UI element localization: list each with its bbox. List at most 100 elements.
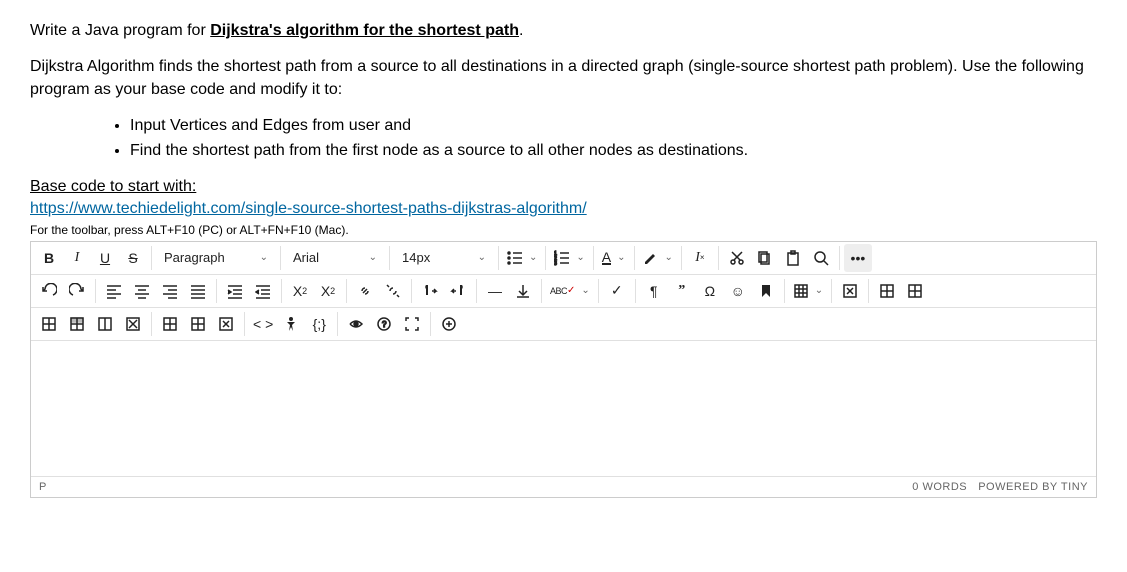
strikethrough-button[interactable]: S: [119, 244, 147, 272]
scissors-icon: [729, 250, 745, 266]
table-icon: [97, 316, 113, 332]
link-button[interactable]: [351, 277, 379, 305]
word-count: 0 WORDS: [912, 481, 967, 493]
numbered-list-button[interactable]: 123 ⌄: [550, 244, 588, 272]
table-icon: [41, 316, 57, 332]
special-char-button[interactable]: Ω: [696, 277, 724, 305]
copy-icon: [757, 250, 773, 266]
align-left-button[interactable]: [100, 277, 128, 305]
paste-icon: [785, 250, 801, 266]
table-row-icon: [907, 283, 923, 299]
code-sample-button[interactable]: {;}: [305, 310, 333, 338]
font-family-select[interactable]: Arial⌄: [285, 244, 385, 272]
bullet-list-button[interactable]: ⌄: [503, 244, 541, 272]
toolbar-row-2: X2 X2 — ABC✓ ⌄: [31, 275, 1096, 308]
highlight-button[interactable]: ⌄: [639, 244, 677, 272]
insert-row-before-button[interactable]: [873, 277, 901, 305]
ltr-icon: [422, 283, 438, 299]
show-blocks-button[interactable]: ¶: [640, 277, 668, 305]
copy-button[interactable]: [751, 244, 779, 272]
clear-formatting-button[interactable]: I×: [686, 244, 714, 272]
help-button[interactable]: ?: [370, 310, 398, 338]
outdent-button[interactable]: [249, 277, 277, 305]
align-right-button[interactable]: [156, 277, 184, 305]
bold-button[interactable]: B: [35, 244, 63, 272]
font-size-select[interactable]: 14px⌄: [394, 244, 494, 272]
redo-icon: [69, 283, 85, 299]
italic-button[interactable]: I: [63, 244, 91, 272]
table-icon: [190, 316, 206, 332]
table-col-after-button[interactable]: [184, 310, 212, 338]
spellcheck-button[interactable]: ABC✓ ⌄: [546, 277, 594, 305]
table-button[interactable]: ⌄: [789, 277, 827, 305]
table-x-icon: [218, 316, 234, 332]
undo-button[interactable]: [35, 277, 63, 305]
prompt-description: Dijkstra Algorithm finds the shortest pa…: [30, 56, 1097, 101]
indent-icon: [227, 283, 243, 299]
table-x-icon: [125, 316, 141, 332]
chevron-down-icon: ⌄: [369, 252, 377, 263]
base-code-link[interactable]: https://www.techiedelight.com/single-sou…: [30, 200, 587, 217]
align-justify-button[interactable]: [184, 277, 212, 305]
table-row-icon: [879, 283, 895, 299]
base-code-label: Base code to start with:: [30, 178, 196, 195]
unlink-button[interactable]: [379, 277, 407, 305]
table-split-button[interactable]: [119, 310, 147, 338]
element-path[interactable]: P: [39, 481, 46, 493]
checkmark-button[interactable]: ✓: [603, 277, 631, 305]
horizontal-rule-button[interactable]: —: [481, 277, 509, 305]
paste-button[interactable]: [779, 244, 807, 272]
text-color-button[interactable]: A⌄: [598, 244, 630, 272]
table-x-icon: [842, 283, 858, 299]
powered-by: POWERED BY TINY: [978, 481, 1088, 493]
person-icon: [283, 316, 299, 332]
ltr-button[interactable]: [416, 277, 444, 305]
rtl-button[interactable]: [444, 277, 472, 305]
list-item: Find the shortest path from the first no…: [130, 140, 1097, 162]
source-code-button[interactable]: < >: [249, 310, 277, 338]
chevron-down-icon: ⌄: [581, 285, 589, 296]
chevron-down-icon: ⌄: [478, 252, 486, 263]
rich-text-editor: B I U S Paragraph⌄ Arial⌄ 14px⌄ ⌄ 1: [30, 241, 1097, 498]
toolbar-hint: For the toolbar, press ALT+F10 (PC) or A…: [30, 223, 1097, 237]
table-row-props-button[interactable]: [63, 310, 91, 338]
redo-button[interactable]: [63, 277, 91, 305]
toolbar-row-1: B I U S Paragraph⌄ Arial⌄ 14px⌄ ⌄ 1: [31, 242, 1096, 275]
question-prompt: Write a Java program for Dijkstra's algo…: [30, 20, 1097, 237]
table-icon: [162, 316, 178, 332]
superscript-button[interactable]: X2: [286, 277, 314, 305]
chevron-down-icon: ⌄: [617, 252, 625, 263]
underline-button[interactable]: U: [91, 244, 119, 272]
indent-button[interactable]: [221, 277, 249, 305]
cut-button[interactable]: [723, 244, 751, 272]
block-format-select[interactable]: Paragraph⌄: [156, 244, 276, 272]
table-col-before-button[interactable]: [156, 310, 184, 338]
align-justify-icon: [190, 283, 206, 299]
table-merge-button[interactable]: [91, 310, 119, 338]
undo-icon: [41, 283, 57, 299]
table-col-delete-button[interactable]: [212, 310, 240, 338]
insert-datetime-button[interactable]: [509, 277, 537, 305]
eye-icon: [348, 316, 364, 332]
outdent-icon: [255, 283, 271, 299]
align-left-icon: [106, 283, 122, 299]
add-button[interactable]: [435, 310, 463, 338]
find-button[interactable]: [807, 244, 835, 272]
more-button[interactable]: •••: [844, 244, 872, 272]
list-item: Input Vertices and Edges from user and: [130, 115, 1097, 137]
subscript-button[interactable]: X2: [314, 277, 342, 305]
chevron-down-icon: ⌄: [529, 252, 537, 263]
editor-statusbar: P 0 WORDS POWERED BY TINY: [31, 476, 1096, 497]
align-right-icon: [162, 283, 178, 299]
emoji-button[interactable]: ☺: [724, 277, 752, 305]
blockquote-button[interactable]: ”: [668, 277, 696, 305]
delete-table-button[interactable]: [836, 277, 864, 305]
insert-row-after-button[interactable]: [901, 277, 929, 305]
accessibility-button[interactable]: [277, 310, 305, 338]
editor-content-area[interactable]: [31, 341, 1096, 476]
align-center-button[interactable]: [128, 277, 156, 305]
anchor-button[interactable]: [752, 277, 780, 305]
preview-button[interactable]: [342, 310, 370, 338]
table-cell-props-button[interactable]: [35, 310, 63, 338]
fullscreen-button[interactable]: [398, 310, 426, 338]
